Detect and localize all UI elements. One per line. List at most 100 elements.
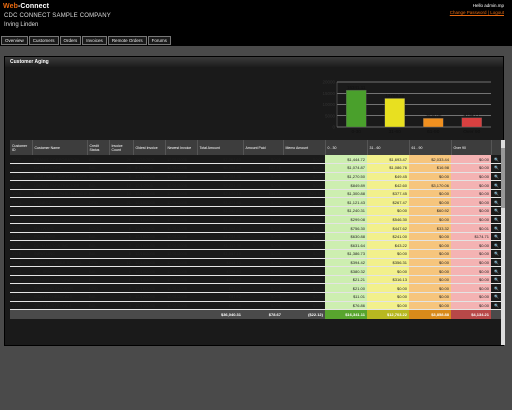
table-cell: 12/31/2006: [165, 206, 197, 216]
main-nav-tabs: Overview Customers Orders Invoices Remot…: [1, 36, 171, 45]
tab-remote-orders[interactable]: Remote Orders: [107, 36, 147, 45]
table-cell: 12/16/2006: [133, 283, 165, 293]
table-cell: $630.88: [325, 232, 367, 242]
column-header[interactable]: 0 - 30: [325, 140, 368, 155]
table-cell: BAL: [87, 155, 109, 165]
table-cell: $0.00: [409, 292, 451, 302]
table-cell: $7,361.63: [197, 155, 243, 165]
table-row[interactable]: 1007 FRANIS CORPORATION BAL 29 11/28/2006 12/…: [10, 155, 502, 165]
table-cell: 12/31/2006: [165, 283, 197, 293]
table-cell: 7: [109, 240, 133, 251]
table-cell: 8: [109, 223, 133, 233]
table-cell: $0.00: [367, 301, 409, 311]
table-row[interactable]: 1099 MACALINDO PUBLISHING INC BAL 14 12/12/2…: [10, 189, 502, 199]
tab-orders[interactable]: Orders: [59, 36, 82, 45]
tab-invoices[interactable]: Invoices: [82, 36, 107, 45]
table-cell: $0.00: [283, 283, 325, 293]
column-header[interactable]: Customer Name: [32, 140, 88, 155]
table-cell: 1085: [10, 163, 32, 173]
table-cell: $0.00: [451, 283, 491, 293]
table-cell: 12/31/2006: [165, 240, 197, 251]
table-row[interactable]: 1085 LUTHERCORP BAL 20 8/15/2006 12/31/2006 $6…: [10, 163, 502, 173]
table-cell: $316.13: [367, 275, 409, 285]
column-header[interactable]: Oldest Invoice: [133, 140, 166, 155]
table-row[interactable]: 2354 SHAMAND SHOWER GRD 7 12/16/2006 12/31/20…: [10, 283, 502, 293]
customer-aging-table: Customer ID Customer Name Credit Status Inv…: [10, 140, 503, 319]
table-cell: 12/13/2006: [133, 301, 165, 311]
table-row[interactable]: 2378 INPUTLINC BAL 6 12/16/2006 12/31/2006 $1,…: [10, 249, 502, 259]
table-row[interactable]: 2356 MILLWAYS GOOD 8 11/30/2006 12/31/2006 $1,…: [10, 223, 502, 233]
table-cell: $0.00: [451, 189, 491, 199]
table-cell: 12/13/2006: [133, 266, 165, 276]
table-cell: KLINEGA: [32, 197, 87, 208]
table-cell: $6,046.83: [197, 163, 243, 173]
table-cell: $0.00: [243, 292, 283, 302]
column-header[interactable]: Customer ID: [10, 140, 33, 155]
table-cell: OSAYO CHEMICALS: [32, 292, 87, 302]
table-cell: $0.00: [451, 266, 491, 276]
panel-title: Customer Aging: [5, 57, 503, 67]
tab-forums[interactable]: Forums: [147, 36, 171, 45]
column-header[interactable]: Total Amount: [197, 140, 244, 155]
change-password-logout-link[interactable]: Change Password | Logout: [450, 10, 504, 15]
app-logo[interactable]: Web-Connect: [3, 3, 49, 10]
table-cell: $0.00: [409, 172, 451, 182]
column-header[interactable]: Amount Paid: [243, 140, 284, 155]
table-cell: MORTIMER JAHNSEN CARMINES: [32, 172, 87, 182]
column-header[interactable]: Newest Invoice: [165, 140, 198, 155]
table-cell: $1,270.50: [325, 172, 367, 182]
column-header[interactable]: Over 90: [451, 140, 492, 155]
table-cell: $0.00: [451, 258, 491, 268]
table-row[interactable]: 2349 SCIMATRUBBER GOODS GRD 12 12/14/2006 12/…: [10, 258, 502, 268]
chart-x-tick-label: 61-90: [427, 129, 440, 135]
table-scrollbar[interactable]: [501, 140, 505, 345]
table-cell: 1007: [10, 155, 32, 165]
table-cell: $1,087.10: [197, 249, 243, 259]
table-cell: $0.00: [243, 223, 283, 233]
chart-bar: [423, 118, 444, 128]
table-row[interactable]: 2318 POOLFARS BAL 9 12/16/2006 12/31/2006 $1,2…: [10, 232, 502, 242]
table-row[interactable]: 2388 RUNOIT CORPORATION BAL 8 12/14/2006 12/3…: [10, 275, 502, 285]
table-cell: $2,033.44: [409, 155, 451, 165]
table-cell: SCIMATRUBBER GOODS: [32, 258, 87, 268]
table-row[interactable]: 2377 OSAYO CHEMICALS BAL 4 12/12/2006 12/31/2…: [10, 292, 502, 302]
column-header[interactable]: 31 - 60: [367, 140, 410, 155]
column-header[interactable]: 61 - 90: [409, 140, 452, 155]
table-cell: $380.32: [325, 266, 367, 276]
table-cell: $756.30: [325, 223, 367, 233]
table-row[interactable]: 2359 MR. SPARKLE BAL 8 12/13/2006 12/31/2006 $…: [10, 266, 502, 276]
table-cell: $33.32: [409, 223, 451, 233]
table-cell: MILLWAYS: [32, 223, 87, 233]
table-row[interactable]: 2455 THE KRUSTY KRAB BAL 4 12/13/2006 12/31/2…: [10, 301, 502, 311]
table-cell: 12/15/2006: [133, 215, 165, 225]
table-cell: $0.00: [451, 249, 491, 259]
table-cell: $377.45: [367, 189, 409, 199]
table-cell: 14: [109, 189, 133, 199]
table-cell: $0.00: [243, 232, 283, 242]
table-row[interactable]: 2084 UNITED PARATRACKER BAL 12 12/1/2006 12/3…: [10, 180, 502, 190]
table-cell: $0.00: [451, 197, 491, 208]
table-cell: $0.00: [243, 172, 283, 182]
column-header[interactable]: Invoice Count: [109, 140, 134, 155]
table-cell: 2374: [10, 197, 32, 208]
scrollbar-thumb[interactable]: [501, 148, 505, 208]
chart-x-tick-label: Over 90: [463, 129, 480, 135]
table-cell: BAL: [87, 249, 109, 259]
total-cell: $12,703.22: [367, 309, 409, 319]
table-cell: $2,170.18: [197, 189, 243, 199]
table-row[interactable]: 2374 KLINEGA GRD 21 12/15/2006 12/31/2006 $1,4…: [10, 197, 502, 208]
table-row[interactable]: 2349 INITECH GRD 20 12/11/2006 12/31/2006 $1,3…: [10, 206, 502, 216]
column-header[interactable]: Memo Amount: [283, 140, 326, 155]
table-row[interactable]: 1050MORTIMER JAHNSEN CARMINESGOOD812/12/…: [10, 172, 502, 182]
tab-overview[interactable]: Overview: [1, 36, 28, 45]
chart-data-label: 12703.22: [385, 93, 404, 98]
column-header[interactable]: Credit Status: [87, 140, 110, 155]
table-cell: 8/15/2006: [133, 163, 165, 173]
tab-customers[interactable]: Customers: [28, 36, 59, 45]
total-cell: [133, 309, 165, 319]
table-cell: $396.84: [197, 266, 243, 276]
table-row[interactable]: 2394 DL HAMILTON INC BAL 7 12/16/2006 12/31/2…: [10, 240, 502, 251]
table-cell: $1,386.73: [325, 249, 367, 259]
table-cell: 2356: [10, 223, 32, 233]
table-row[interactable]: 2101 FOXCELL MOTORS GOOD 8 12/15/2006 12/31/2…: [10, 215, 502, 225]
